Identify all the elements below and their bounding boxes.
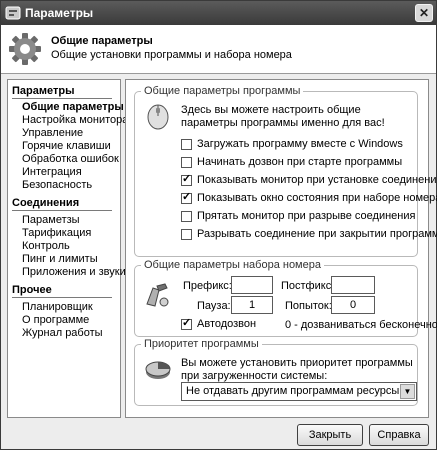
main-panel: Общие параметры программы Здесь вы может… bbox=[125, 79, 437, 418]
priority-select-value: Не отдавать другим программам ресурсы bbox=[186, 385, 400, 397]
prefix-input[interactable] bbox=[231, 276, 273, 294]
gear-icon bbox=[9, 33, 41, 65]
prefix-label: Префикс: bbox=[183, 280, 232, 292]
close-window-button[interactable]: ✕ bbox=[415, 4, 433, 22]
close-button[interactable]: Закрыть bbox=[297, 424, 363, 446]
sidebar-item-scheduler[interactable]: Планировщик bbox=[22, 301, 93, 313]
checkbox[interactable] bbox=[181, 190, 192, 204]
attempts-input[interactable] bbox=[331, 296, 375, 314]
sidebar-item-parameters[interactable]: Параметзы bbox=[22, 214, 80, 226]
checkbox[interactable] bbox=[181, 316, 192, 330]
attempts-hint: 0 - дозваниваться бесконечно bbox=[285, 319, 437, 331]
option-show-status[interactable]: Показывать окно состояния при наборе ном… bbox=[181, 190, 437, 206]
help-button[interactable]: Справка bbox=[369, 424, 429, 446]
sidebar-item-security[interactable]: Безопасность bbox=[22, 179, 92, 191]
sidebar-divider bbox=[12, 297, 112, 298]
sidebar: Параметры Общие параметры Настройка мони… bbox=[7, 79, 128, 418]
sidebar-item-control[interactable]: Управление bbox=[22, 127, 83, 139]
sidebar-divider bbox=[12, 98, 112, 99]
dial-options-group: Общие параметры набора номера Префикс: П… bbox=[134, 259, 437, 337]
checkbox[interactable] bbox=[181, 210, 192, 222]
general-intro-text: Здесь вы можете настроить общие параметр… bbox=[181, 104, 385, 129]
settings-window: Параметры ✕ Общие параметры Общие устано… bbox=[0, 0, 437, 450]
phone-icon bbox=[146, 283, 169, 307]
checkbox[interactable] bbox=[181, 156, 192, 168]
option-disconnect-on-close[interactable]: Разрывать соединение при закрытии програ… bbox=[181, 228, 437, 242]
sidebar-item-about[interactable]: О программе bbox=[22, 314, 89, 326]
checkbox[interactable] bbox=[181, 172, 192, 186]
checkbox[interactable] bbox=[181, 228, 192, 240]
option-autostart[interactable]: Загружать программу вместе с Windows bbox=[181, 138, 403, 152]
page-title: Общие параметры bbox=[51, 35, 153, 47]
sidebar-item-apps-sounds[interactable]: Приложения и звуки bbox=[22, 266, 126, 278]
sidebar-item-errors[interactable]: Обработка ошибок bbox=[22, 153, 119, 165]
window-title: Параметры bbox=[25, 6, 94, 20]
sidebar-section-title: Параметры bbox=[12, 85, 75, 97]
priority-group: Приоритет программы Вы можете установить… bbox=[134, 338, 418, 406]
sidebar-section-title: Прочее bbox=[12, 284, 52, 296]
suffix-label: Постфикс: bbox=[281, 280, 335, 292]
pause-input[interactable] bbox=[231, 296, 273, 314]
option-hide-monitor[interactable]: Прятать монитор при разрыве соединения bbox=[181, 210, 415, 224]
sidebar-item-ping-limits[interactable]: Пинг и лимиты bbox=[22, 253, 98, 265]
pause-label: Пауза: bbox=[197, 300, 231, 312]
app-icon bbox=[5, 6, 21, 20]
suffix-input[interactable] bbox=[331, 276, 375, 294]
sidebar-divider bbox=[12, 210, 112, 211]
option-autodial[interactable]: Автодозвон bbox=[181, 316, 256, 332]
group-title: Общие параметры набора номера bbox=[141, 259, 324, 271]
sidebar-item-hotkeys[interactable]: Горячие клавиши bbox=[22, 140, 111, 152]
priority-text: Вы можете установить приоритет программы… bbox=[181, 357, 413, 382]
general-options-group: Общие параметры программы Здесь вы может… bbox=[134, 85, 437, 257]
option-dial-on-start[interactable]: Начинать дозвон при старте программы bbox=[181, 156, 402, 170]
sidebar-item-monitoring[interactable]: Контроль bbox=[22, 240, 70, 252]
priority-select[interactable]: Не отдавать другим программам ресурсы ▼ bbox=[181, 382, 417, 401]
pie-chart-icon bbox=[145, 361, 171, 379]
checkbox[interactable] bbox=[181, 138, 192, 150]
page-subtitle: Общие установки программы и набора номер… bbox=[51, 49, 292, 61]
group-title: Приоритет программы bbox=[141, 338, 262, 350]
mouse-icon bbox=[147, 104, 169, 130]
page-header: Общие параметры Общие установки программ… bbox=[1, 25, 436, 74]
group-title: Общие параметры программы bbox=[141, 85, 304, 97]
attempts-label: Попыток: bbox=[285, 300, 332, 312]
sidebar-item-log[interactable]: Журнал работы bbox=[22, 327, 103, 339]
sidebar-item-tariffs[interactable]: Тарификация bbox=[22, 227, 91, 239]
sidebar-item-monitor[interactable]: Настройка монитора bbox=[22, 114, 128, 126]
sidebar-item-integration[interactable]: Интеграция bbox=[22, 166, 82, 178]
option-show-monitor[interactable]: Показывать монитор при установке соедине… bbox=[181, 172, 437, 188]
sidebar-section-title: Соединения bbox=[12, 197, 80, 209]
sidebar-item-general[interactable]: Общие параметры bbox=[22, 101, 124, 113]
chevron-down-icon[interactable]: ▼ bbox=[400, 384, 415, 399]
title-bar[interactable]: Параметры ✕ bbox=[1, 1, 436, 25]
